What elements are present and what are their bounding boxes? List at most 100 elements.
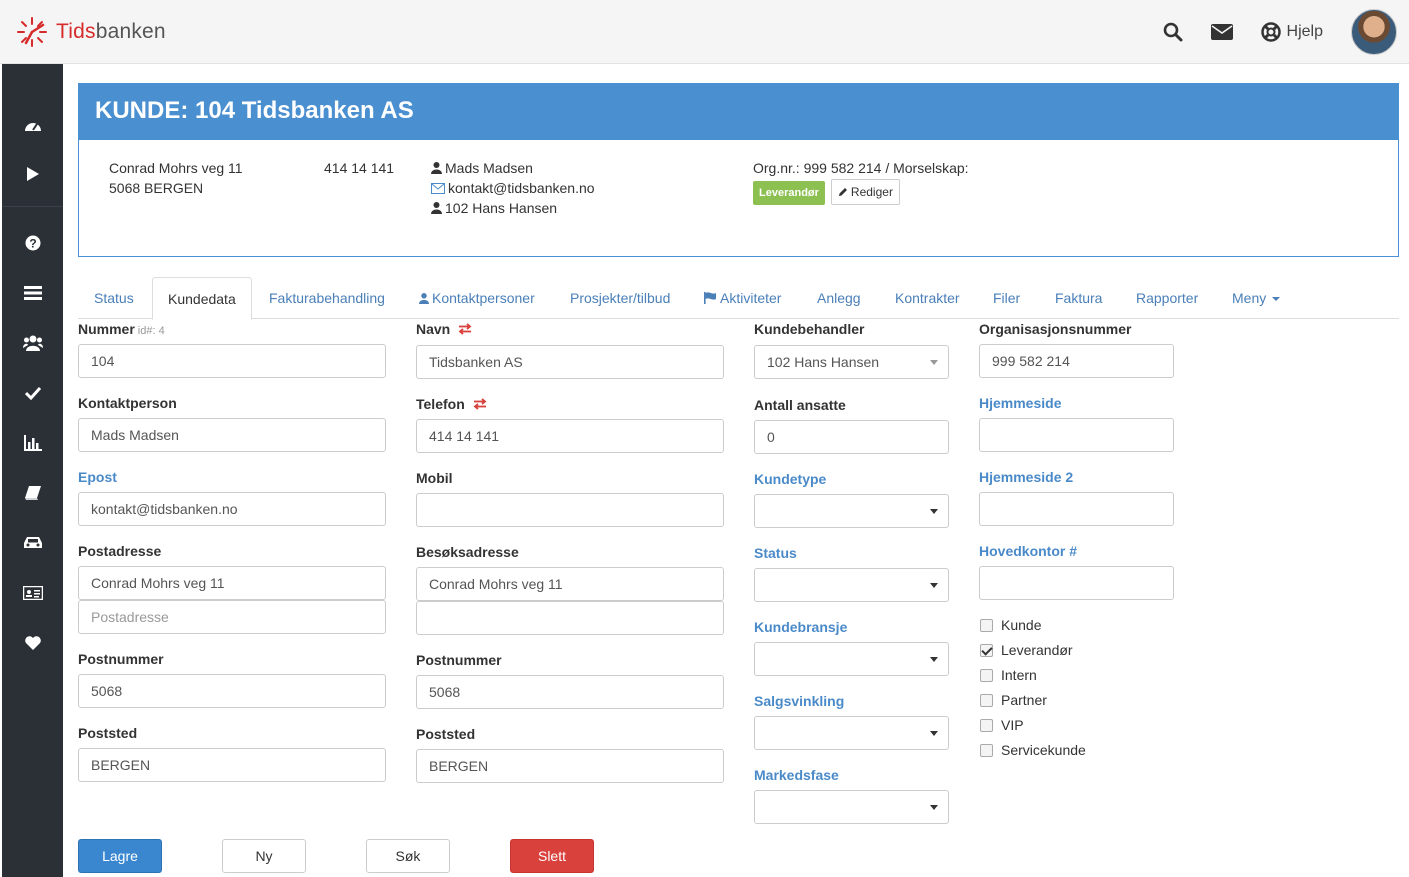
- telefon-input[interactable]: 414 14 141: [416, 419, 724, 453]
- antall-ansatte-input[interactable]: 0: [754, 420, 949, 454]
- besoksadresse-input[interactable]: Conrad Mohrs veg 11: [416, 567, 724, 601]
- list-icon[interactable]: [2, 275, 63, 311]
- checkbox[interactable]: [980, 668, 993, 682]
- checkbox-vip[interactable]: VIP: [979, 717, 1024, 733]
- hjemmeside-input[interactable]: [979, 418, 1174, 452]
- checkbox-kunde[interactable]: Kunde: [979, 617, 1041, 633]
- checkbox-leverandor[interactable]: Leverandør: [979, 642, 1073, 658]
- poststed2-input[interactable]: BERGEN: [416, 749, 724, 783]
- poststed-input[interactable]: BERGEN: [78, 748, 386, 782]
- besoksadresse2-input[interactable]: [416, 601, 724, 635]
- postnummer2-input[interactable]: 5068: [416, 675, 724, 709]
- user-icon: [419, 293, 429, 304]
- delete-button[interactable]: Slett: [510, 839, 594, 873]
- svg-text:?: ?: [29, 237, 36, 251]
- checkbox-partner[interactable]: Partner: [979, 692, 1047, 708]
- avatar[interactable]: [1351, 9, 1397, 55]
- tab-label: Kontaktpersoner: [432, 290, 535, 306]
- markedsfase-select[interactable]: [754, 790, 949, 824]
- kundebransje-label-link[interactable]: Kundebransje: [754, 619, 847, 635]
- tab-kundedata[interactable]: Kundedata: [152, 277, 252, 320]
- question-icon[interactable]: ?: [2, 225, 63, 261]
- kundetype-label-link[interactable]: Kundetype: [754, 471, 826, 487]
- caret-down-icon: [1272, 297, 1281, 301]
- contact-block: Mads Madsen kontakt@tidsbanken.no 102 Ha…: [431, 158, 595, 218]
- play-icon[interactable]: [2, 156, 63, 192]
- markedsfase-label-link[interactable]: Markedsfase: [754, 767, 839, 783]
- hovedkontor-input[interactable]: [979, 566, 1174, 600]
- tab-anlegg[interactable]: Anlegg: [802, 277, 876, 319]
- checkbox[interactable]: [980, 618, 993, 632]
- edit-button[interactable]: Rediger: [830, 179, 900, 205]
- save-button[interactable]: Lagre: [78, 839, 162, 873]
- tab-filer[interactable]: Filer: [978, 277, 1035, 319]
- hovedkontor-label-link[interactable]: Hovedkontor #: [979, 543, 1077, 559]
- page-title: KUNDE: 104 Tidsbanken AS: [79, 84, 1398, 140]
- tidsbanken-logo[interactable]: Tidsbanken: [16, 16, 166, 48]
- hjemmeside2-label-link[interactable]: Hjemmeside 2: [979, 469, 1073, 485]
- bar-chart-icon[interactable]: [2, 425, 63, 461]
- swap-icon[interactable]: [473, 398, 487, 410]
- checkbox-intern[interactable]: Intern: [979, 667, 1037, 683]
- orgnr-input[interactable]: 999 582 214: [979, 344, 1174, 378]
- caret-down-icon: [930, 509, 938, 514]
- search-icon[interactable]: [1163, 22, 1183, 42]
- tab-aktiviteter[interactable]: Aktiviteter: [689, 277, 796, 319]
- checkbox[interactable]: [980, 743, 993, 757]
- heart-icon[interactable]: [2, 625, 63, 661]
- dashboard-icon[interactable]: [2, 107, 63, 143]
- checkbox[interactable]: [980, 643, 993, 657]
- user-icon: [431, 162, 442, 174]
- tab-meny[interactable]: Meny: [1217, 277, 1295, 319]
- id-card-icon[interactable]: [2, 575, 63, 611]
- tab-bar: Status Kundedata Fakturabehandling Konta…: [78, 277, 1399, 320]
- tab-rapporter[interactable]: Rapporter: [1121, 277, 1213, 319]
- kundebehandler-label: Kundebehandler: [754, 321, 865, 337]
- hjemmeside2-input[interactable]: [979, 492, 1174, 526]
- kundetype-select[interactable]: [754, 494, 949, 528]
- postadresse2-input[interactable]: Postadresse: [78, 600, 386, 634]
- hjemmeside-label-link[interactable]: Hjemmeside: [979, 395, 1061, 411]
- telefon-label: Telefon: [416, 396, 487, 412]
- tab-kontrakter[interactable]: Kontrakter: [880, 277, 975, 319]
- postnummer2-label: Postnummer: [416, 652, 502, 668]
- swap-icon[interactable]: [458, 323, 472, 335]
- kontaktperson-label: Kontaktperson: [78, 395, 177, 411]
- tab-status[interactable]: Status: [79, 277, 149, 319]
- tab-faktura[interactable]: Faktura: [1040, 277, 1117, 319]
- kundebransje-select[interactable]: [754, 642, 949, 676]
- address-line-2: 5068 BERGEN: [109, 180, 204, 196]
- salgsvinkling-label-link[interactable]: Salgsvinkling: [754, 693, 844, 709]
- book-icon[interactable]: [2, 475, 63, 511]
- epost-label-link[interactable]: Epost: [78, 469, 117, 485]
- tab-kontaktpersoner[interactable]: Kontaktpersoner: [404, 277, 550, 319]
- tab-fakturabehandling[interactable]: Fakturabehandling: [254, 277, 400, 319]
- checkbox[interactable]: [980, 718, 993, 732]
- checkbox[interactable]: [980, 693, 993, 707]
- postadresse-input[interactable]: Conrad Mohrs veg 11: [78, 566, 386, 600]
- checkbox-servicekunde[interactable]: Servicekunde: [979, 742, 1086, 758]
- mobil-input[interactable]: [416, 493, 724, 527]
- status-select[interactable]: [754, 568, 949, 602]
- tab-prosjekter[interactable]: Prosjekter/tilbud: [555, 277, 685, 319]
- postnummer-input[interactable]: 5068: [78, 674, 386, 708]
- lifebuoy-icon: [1260, 22, 1281, 42]
- postnummer-label: Postnummer: [78, 651, 164, 667]
- kundebehandler-select[interactable]: 102 Hans Hansen: [754, 345, 949, 379]
- search-button[interactable]: Søk: [366, 839, 450, 873]
- kontaktperson-input[interactable]: Mads Madsen: [78, 418, 386, 452]
- logo-icon: [17, 17, 47, 47]
- contact-email-link[interactable]: kontakt@tidsbanken.no: [448, 180, 595, 196]
- check-icon[interactable]: [2, 375, 63, 411]
- caret-down-icon: [930, 657, 938, 662]
- epost-input[interactable]: kontakt@tidsbanken.no: [78, 492, 386, 526]
- nummer-input[interactable]: 104: [78, 344, 386, 378]
- help-button[interactable]: Hjelp: [1260, 22, 1323, 42]
- status-label-link[interactable]: Status: [754, 545, 797, 561]
- salgsvinkling-select[interactable]: [754, 716, 949, 750]
- users-icon[interactable]: [2, 325, 63, 361]
- envelope-icon[interactable]: [1210, 24, 1233, 40]
- navn-input[interactable]: Tidsbanken AS: [416, 345, 724, 379]
- car-icon[interactable]: [2, 525, 63, 561]
- new-button[interactable]: Ny: [222, 839, 306, 873]
